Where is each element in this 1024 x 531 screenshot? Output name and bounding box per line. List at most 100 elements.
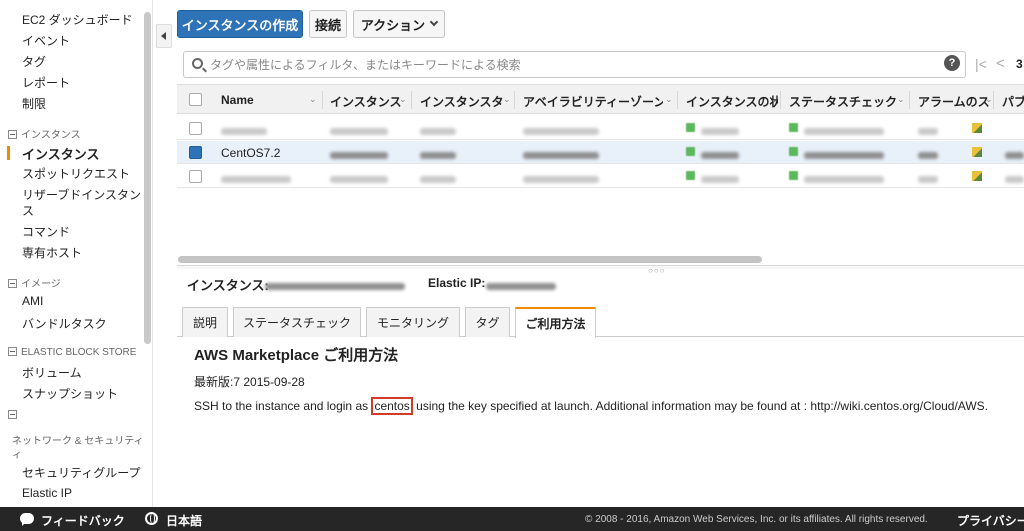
sort-icon[interactable]: ⌄ (309, 94, 317, 105)
state-running-icon (686, 171, 695, 180)
marketplace-version: 最新版:7 2015-09-28 (194, 375, 305, 389)
sidebar-item-tags[interactable]: タグ (22, 53, 46, 70)
sidebar-item-ami[interactable]: AMI (22, 294, 43, 308)
table-row[interactable] (177, 165, 1024, 188)
redacted-text (330, 128, 388, 135)
row-state (701, 122, 739, 136)
sort-icon[interactable]: ⌄ (503, 94, 511, 105)
row-public-dns (1005, 146, 1024, 160)
redacted-text (221, 176, 291, 183)
table-row[interactable] (177, 117, 1024, 140)
column-divider (780, 91, 781, 109)
column-header-status-checks[interactable]: ステータスチェック (789, 93, 899, 110)
sidebar-section-images[interactable]: イメージ (8, 275, 61, 290)
redacted-text (918, 152, 938, 159)
search-input[interactable] (210, 56, 910, 74)
row-instance-id (330, 170, 388, 184)
table-horizontal-scrollbar[interactable] (178, 256, 762, 263)
sidebar-scrollbar[interactable] (144, 12, 151, 344)
sidebar-item-elastic-ip[interactable]: Elastic IP (22, 486, 72, 500)
help-icon[interactable]: ? (944, 55, 960, 71)
redacted-text (486, 283, 556, 290)
redacted-text (523, 176, 599, 183)
launch-instance-button[interactable]: インスタンスの作成 (177, 10, 303, 38)
sidebar-item-events[interactable]: イベント (22, 32, 70, 49)
tab-tags[interactable]: タグ (465, 307, 510, 337)
sidebar-section-instances[interactable]: インスタンス (8, 126, 81, 141)
prev-page-icon[interactable]: < (996, 55, 1005, 72)
sidebar-item-reserved-instances[interactable]: リザーブドインスタン (22, 186, 141, 203)
table-row[interactable]: CentOS7.2 (177, 141, 1024, 164)
sidebar-item-security-groups[interactable]: セキュリティグループ (22, 464, 141, 481)
sort-icon[interactable]: ⌄ (399, 94, 407, 105)
sidebar-item-commands[interactable]: コマンド (22, 223, 70, 240)
sidebar-section-ebs[interactable]: ELASTIC BLOCK STORE (8, 346, 136, 358)
privacy-link[interactable]: プライバシーポ (957, 512, 1024, 529)
column-divider (514, 91, 515, 109)
collapse-icon (8, 279, 17, 288)
sidebar: EC2 ダッシュボード イベント タグ レポート 制限 インスタンス インスタン… (0, 0, 153, 507)
speech-bubble-icon[interactable] (20, 513, 34, 526)
actions-button[interactable]: アクション (353, 10, 445, 38)
column-header-alarm-status[interactable]: アラームのス (918, 93, 990, 110)
chevron-down-icon (429, 17, 439, 27)
sidebar-item-reports[interactable]: レポート (22, 74, 70, 91)
collapse-sidebar-button[interactable] (156, 24, 172, 48)
sort-icon[interactable]: ⌄ (771, 94, 779, 105)
sidebar-item-dedicated-hosts[interactable]: 専有ホスト (22, 244, 82, 261)
alarm-flag-icon[interactable] (972, 123, 982, 133)
column-header-public-dns[interactable]: パブ (1002, 93, 1024, 110)
tab-monitoring[interactable]: モニタリング (366, 307, 460, 337)
tab-description[interactable]: 説明 (182, 307, 228, 337)
sidebar-item-volumes[interactable]: ボリューム (22, 364, 82, 381)
column-header-instance-id[interactable]: インスタンス (330, 93, 402, 110)
column-header-instance-type[interactable]: インスタンスタ (420, 93, 508, 110)
sidebar-item-reserved-instances-wrap[interactable]: ス (22, 202, 34, 219)
first-page-icon[interactable]: |< (975, 56, 987, 72)
column-header-name[interactable]: Name (221, 93, 301, 107)
column-divider (909, 91, 910, 109)
row-az (523, 122, 599, 136)
sort-icon[interactable]: ⌄ (665, 94, 673, 105)
tab-status-checks[interactable]: ステータスチェック (233, 307, 361, 337)
actions-label: アクション (360, 17, 426, 33)
redacted-text (330, 176, 388, 183)
state-running-icon (686, 147, 695, 156)
sidebar-item-spot-requests[interactable]: スポットリクエスト (22, 165, 130, 182)
row-alarm-status (918, 170, 938, 184)
detail-tabs: 説明 ステータスチェック モニタリング タグ ご利用方法 (177, 307, 1024, 338)
status-check-icon (789, 171, 798, 180)
redacted-text (420, 128, 456, 135)
row-instance-id (330, 122, 388, 136)
row-checkbox[interactable] (189, 122, 202, 135)
drag-handle-icon[interactable]: ○○○ (648, 266, 666, 275)
connect-button[interactable]: 接続 (309, 10, 347, 38)
sidebar-item-snapshots[interactable]: スナップショット (22, 385, 118, 402)
redacted-text (330, 152, 388, 159)
search-box[interactable] (183, 51, 966, 78)
redacted-text (523, 128, 599, 135)
row-checkbox[interactable] (189, 170, 202, 183)
sidebar-item-limits[interactable]: 制限 (22, 95, 46, 112)
column-header-availability-zone[interactable]: アベイラビリティーゾーン (523, 93, 663, 110)
globe-icon[interactable] (145, 512, 158, 525)
footer: フィードバック 日本語 © 2008 - 2016, Amazon Web Se… (0, 507, 1024, 531)
row-checkbox[interactable] (189, 146, 202, 159)
select-all-checkbox[interactable] (189, 93, 202, 106)
language-selector[interactable]: 日本語 (166, 512, 202, 529)
feedback-link[interactable]: フィードバック (41, 512, 125, 529)
sort-icon[interactable]: ⌄ (985, 94, 993, 105)
sidebar-item-instances[interactable]: インスタンス (22, 144, 99, 163)
redacted-text (420, 176, 456, 183)
sidebar-item-ec2-dashboard[interactable]: EC2 ダッシュボード (22, 11, 133, 28)
sort-icon[interactable]: ⌄ (897, 94, 905, 105)
sidebar-section-network-toggle[interactable] (8, 409, 21, 421)
alarm-flag-icon[interactable] (972, 147, 982, 157)
column-header-instance-state[interactable]: インスタンスの状 (686, 93, 778, 110)
panel-splitter[interactable] (177, 265, 1024, 269)
sidebar-item-bundle-tasks[interactable]: バンドルタスク (22, 315, 107, 332)
marketplace-title: AWS Marketplace ご利用方法 (194, 347, 399, 364)
alarm-flag-icon[interactable] (972, 171, 982, 181)
row-az (523, 170, 599, 184)
tab-usage-instructions[interactable]: ご利用方法 (515, 307, 596, 338)
